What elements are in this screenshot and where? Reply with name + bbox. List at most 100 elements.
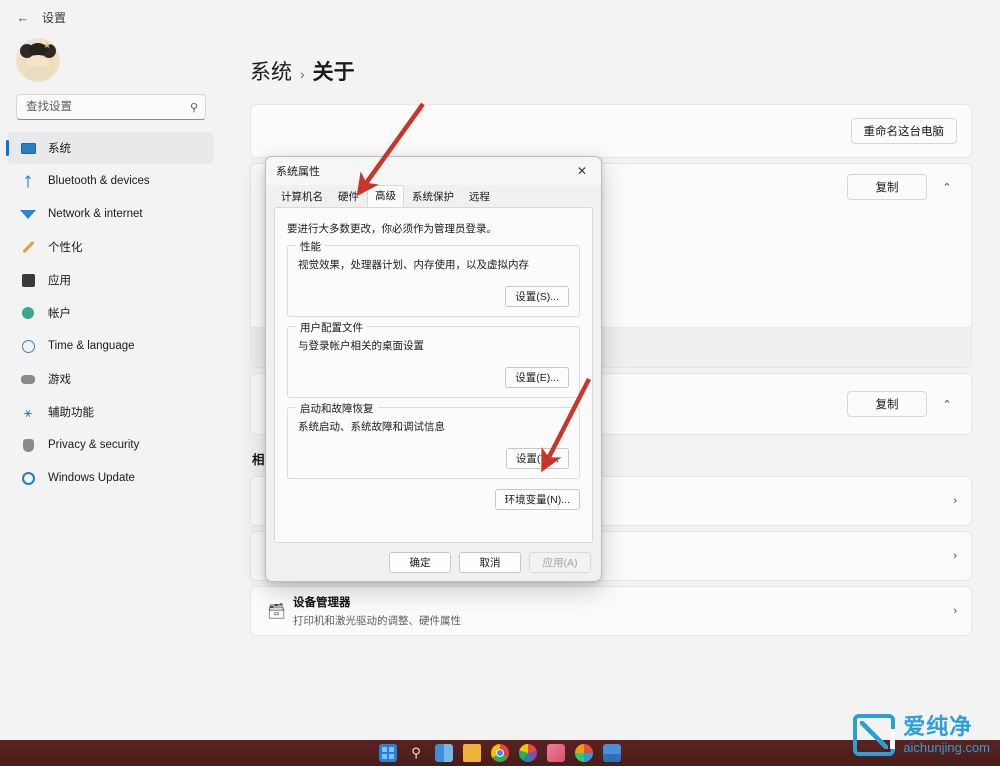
performance-button-row: 设置(S)...	[298, 286, 569, 307]
startup-recovery-group-label: 启动和故障恢复	[296, 401, 378, 416]
tab-hardware[interactable]: 硬件	[331, 187, 366, 207]
cancel-button[interactable]: 取消	[459, 552, 521, 573]
update-icon	[19, 469, 37, 487]
performance-group: 性能 视觉效果，处理器计划、内存使用，以及虚拟内存 设置(S)...	[287, 245, 580, 317]
taskbar-icons: ⚲	[379, 744, 621, 762]
sidebar-item-time-language[interactable]: Time & language	[8, 330, 214, 362]
back-button[interactable]: ←	[10, 5, 36, 29]
dialog-footer: 确定 取消 应用(A)	[266, 543, 601, 581]
dialog-tabs: 计算机名 硬件 高级 系统保护 远程	[266, 185, 601, 207]
sidebar-item-accessibility[interactable]: ⚹ 辅助功能	[8, 396, 214, 428]
breadcrumb-parent[interactable]: 系统	[250, 56, 292, 86]
user-profiles-settings-button[interactable]: 设置(E)...	[505, 367, 569, 388]
clock-icon	[19, 337, 37, 355]
chevron-up-icon-windows[interactable]: ⌃	[937, 398, 957, 411]
performance-description: 视觉效果，处理器计划、内存使用，以及虚拟内存	[298, 257, 569, 272]
watermark-logo-icon	[853, 714, 895, 756]
sidebar-item-accounts[interactable]: 帐户	[8, 297, 214, 329]
startup-recovery-settings-button[interactable]: 设置(T)...	[506, 448, 569, 469]
chrome-icon[interactable]	[491, 744, 509, 762]
tab-computer-name[interactable]: 计算机名	[274, 187, 330, 207]
watermark: 爱纯净 aichunjing.com	[853, 714, 990, 756]
taskbar: ⚲	[0, 740, 1000, 766]
sidebar-item-personalization[interactable]: 个性化	[8, 231, 214, 263]
apps-icon	[19, 271, 37, 289]
sidebar-item-label: 应用	[48, 272, 71, 288]
startup-recovery-description: 系统启动、系统故障和调试信息	[298, 419, 569, 434]
sidebar-item-label: Windows Update	[48, 472, 135, 484]
accessibility-icon: ⚹	[19, 403, 37, 421]
sidebar-item-label: 个性化	[48, 239, 83, 255]
related-item-text: 设备管理器 打印机和激光驱动的调整、硬件属性	[293, 593, 953, 630]
rename-pc-button[interactable]: 重命名这台电脑	[851, 118, 958, 144]
chevron-right-icon: ›	[953, 495, 957, 507]
window-titlebar: ← 设置	[0, 0, 1000, 34]
tab-advanced[interactable]: 高级	[367, 185, 404, 207]
chevron-up-icon-device[interactable]: ⌃	[937, 181, 957, 194]
sidebar-item-windows-update[interactable]: Windows Update	[8, 462, 214, 494]
search-wrap: ⚲	[6, 92, 216, 130]
ok-button[interactable]: 确定	[389, 552, 451, 573]
system-properties-dialog: 系统属性 ✕ 计算机名 硬件 高级 系统保护 远程 要进行大多数更改，你必须作为…	[265, 156, 602, 582]
monitor-icon	[19, 139, 37, 157]
user-profiles-group: 用户配置文件 与登录帐户相关的桌面设置 设置(E)...	[287, 326, 580, 398]
startup-recovery-group: 启动和故障恢复 系统启动、系统故障和调试信息 设置(T)...	[287, 407, 580, 479]
performance-settings-button[interactable]: 设置(S)...	[505, 286, 569, 307]
environment-variables-button[interactable]: 环境变量(N)...	[495, 489, 580, 510]
breadcrumb-separator-icon: ›	[300, 66, 305, 82]
dialog-title: 系统属性	[276, 163, 563, 179]
tab-remote[interactable]: 远程	[462, 187, 497, 207]
dialog-titlebar[interactable]: 系统属性 ✕	[266, 157, 601, 185]
sidebar-item-label: Bluetooth & devices	[48, 175, 150, 187]
sidebar-item-label: Time & language	[48, 340, 135, 352]
photos-icon[interactable]	[603, 744, 621, 762]
sidebar-item-label: Privacy & security	[48, 439, 139, 451]
avatar-block: ★	[6, 34, 216, 92]
copy-button-device[interactable]: 复制	[847, 174, 927, 200]
sidebar-item-label: 游戏	[48, 371, 71, 387]
store-icon[interactable]	[547, 744, 565, 762]
search-icon[interactable]: ⚲	[407, 744, 425, 762]
star-icon: ★	[43, 40, 51, 51]
user-profiles-button-row: 设置(E)...	[298, 367, 569, 388]
sidebar-item-bluetooth-devices[interactable]: ᛏ Bluetooth & devices	[8, 165, 214, 197]
sidebar-item-apps[interactable]: 应用	[8, 264, 214, 296]
user-profiles-group-label: 用户配置文件	[296, 320, 367, 335]
sidebar: ★ ⚲ 系统 ᛏ Bluetooth & devices	[0, 34, 222, 740]
sidebar-item-label: 辅助功能	[48, 404, 94, 420]
watermark-cn: 爱纯净	[903, 716, 990, 738]
start-icon[interactable]	[379, 744, 397, 762]
sidebar-item-network-internet[interactable]: Network & internet	[8, 198, 214, 230]
close-icon[interactable]: ✕	[563, 158, 601, 185]
sidebar-item-system[interactable]: 系统	[8, 132, 214, 164]
back-arrow-icon: ←	[17, 10, 30, 25]
related-item-title: 设备管理器	[293, 597, 351, 609]
file-explorer-icon[interactable]	[463, 744, 481, 762]
bluetooth-icon: ᛏ	[19, 172, 37, 190]
tab-system-protection[interactable]: 系统保护	[405, 187, 461, 207]
copy-button-windows[interactable]: 复制	[847, 391, 927, 417]
avatar-detail	[25, 66, 51, 80]
sidebar-item-label: 帐户	[48, 305, 71, 321]
sidebar-nav: 系统 ᛏ Bluetooth & devices Network & inter…	[6, 130, 216, 740]
environment-variables-row: 环境变量(N)...	[287, 489, 580, 510]
search-box[interactable]: ⚲	[16, 94, 206, 120]
device-manager-icon: 🗃	[267, 602, 293, 620]
paint-icon[interactable]	[575, 744, 593, 762]
sidebar-item-label: 系统	[48, 140, 71, 156]
search-icon: ⚲	[190, 101, 198, 114]
sidebar-item-privacy-security[interactable]: Privacy & security	[8, 429, 214, 461]
watermark-text: 爱纯净 aichunjing.com	[903, 716, 990, 754]
browser-icon[interactable]	[519, 744, 537, 762]
gamepad-icon	[19, 370, 37, 388]
widgets-icon[interactable]	[435, 744, 453, 762]
search-input[interactable]	[24, 100, 190, 114]
sidebar-item-gaming[interactable]: 游戏	[8, 363, 214, 395]
avatar[interactable]: ★	[16, 38, 60, 82]
network-icon	[19, 205, 37, 223]
related-item-device-manager[interactable]: 🗃 设备管理器 打印机和激光驱动的调整、硬件属性 ›	[250, 586, 972, 636]
dialog-page-advanced: 要进行大多数更改，你必须作为管理员登录。 性能 视觉效果，处理器计划、内存使用，…	[274, 207, 593, 543]
admin-notice: 要进行大多数更改，你必须作为管理员登录。	[287, 221, 580, 236]
window-title: 设置	[42, 9, 66, 26]
rename-card: 重命名这台电脑	[250, 104, 972, 158]
